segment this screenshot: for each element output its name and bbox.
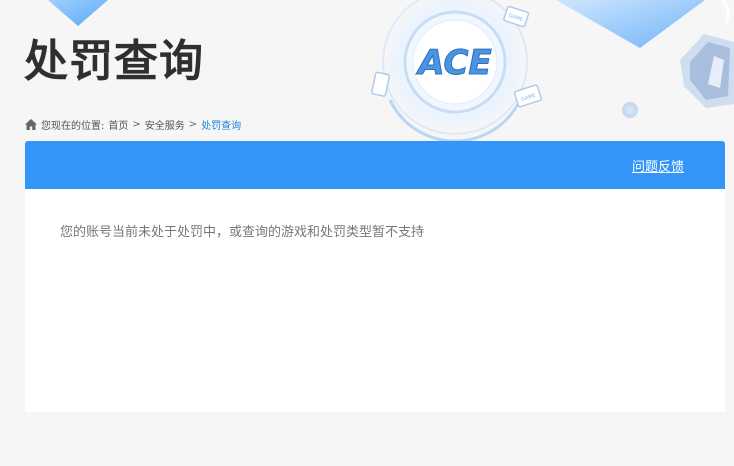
orb-decoration	[622, 102, 638, 118]
svg-text:ACE: ACE	[415, 43, 491, 83]
breadcrumb-item-security-service[interactable]: 安全服务	[145, 117, 185, 132]
ace-logo: ACE	[415, 43, 492, 84]
breadcrumb-item-current: 处罚查询	[201, 120, 242, 132]
breadcrumb-prefix: 您现在的位置:	[41, 120, 105, 132]
page-title: 处罚查询	[24, 36, 204, 87]
breadcrumb-separator: >	[188, 118, 198, 130]
breadcrumb: 您现在的位置: 首页 > 安全服务 > 处罚查询	[25, 117, 242, 132]
triangle-decoration-right	[556, 0, 705, 48]
triangle-decoration-left	[48, 0, 108, 26]
result-message: 您的账号当前未处于处罚中，或查询的游戏和处罚类型暂不支持	[60, 225, 425, 240]
breadcrumb-item-home[interactable]: 首页	[108, 117, 128, 132]
panel-header-bar: 问题反馈	[25, 141, 725, 189]
home-icon	[25, 118, 37, 130]
character-art	[680, 34, 734, 108]
result-panel: 问题反馈 您的账号当前未处于处罚中，或查询的游戏和处罚类型暂不支持	[25, 141, 725, 412]
feedback-link[interactable]: 问题反馈	[632, 156, 684, 175]
page-header: ACE GAME GAME 处罚查询 您现在的位置: 首页 > 安全服务 > 处…	[0, 0, 734, 142]
breadcrumb-separator: >	[132, 118, 141, 130]
swoosh-decoration	[720, 0, 730, 25]
